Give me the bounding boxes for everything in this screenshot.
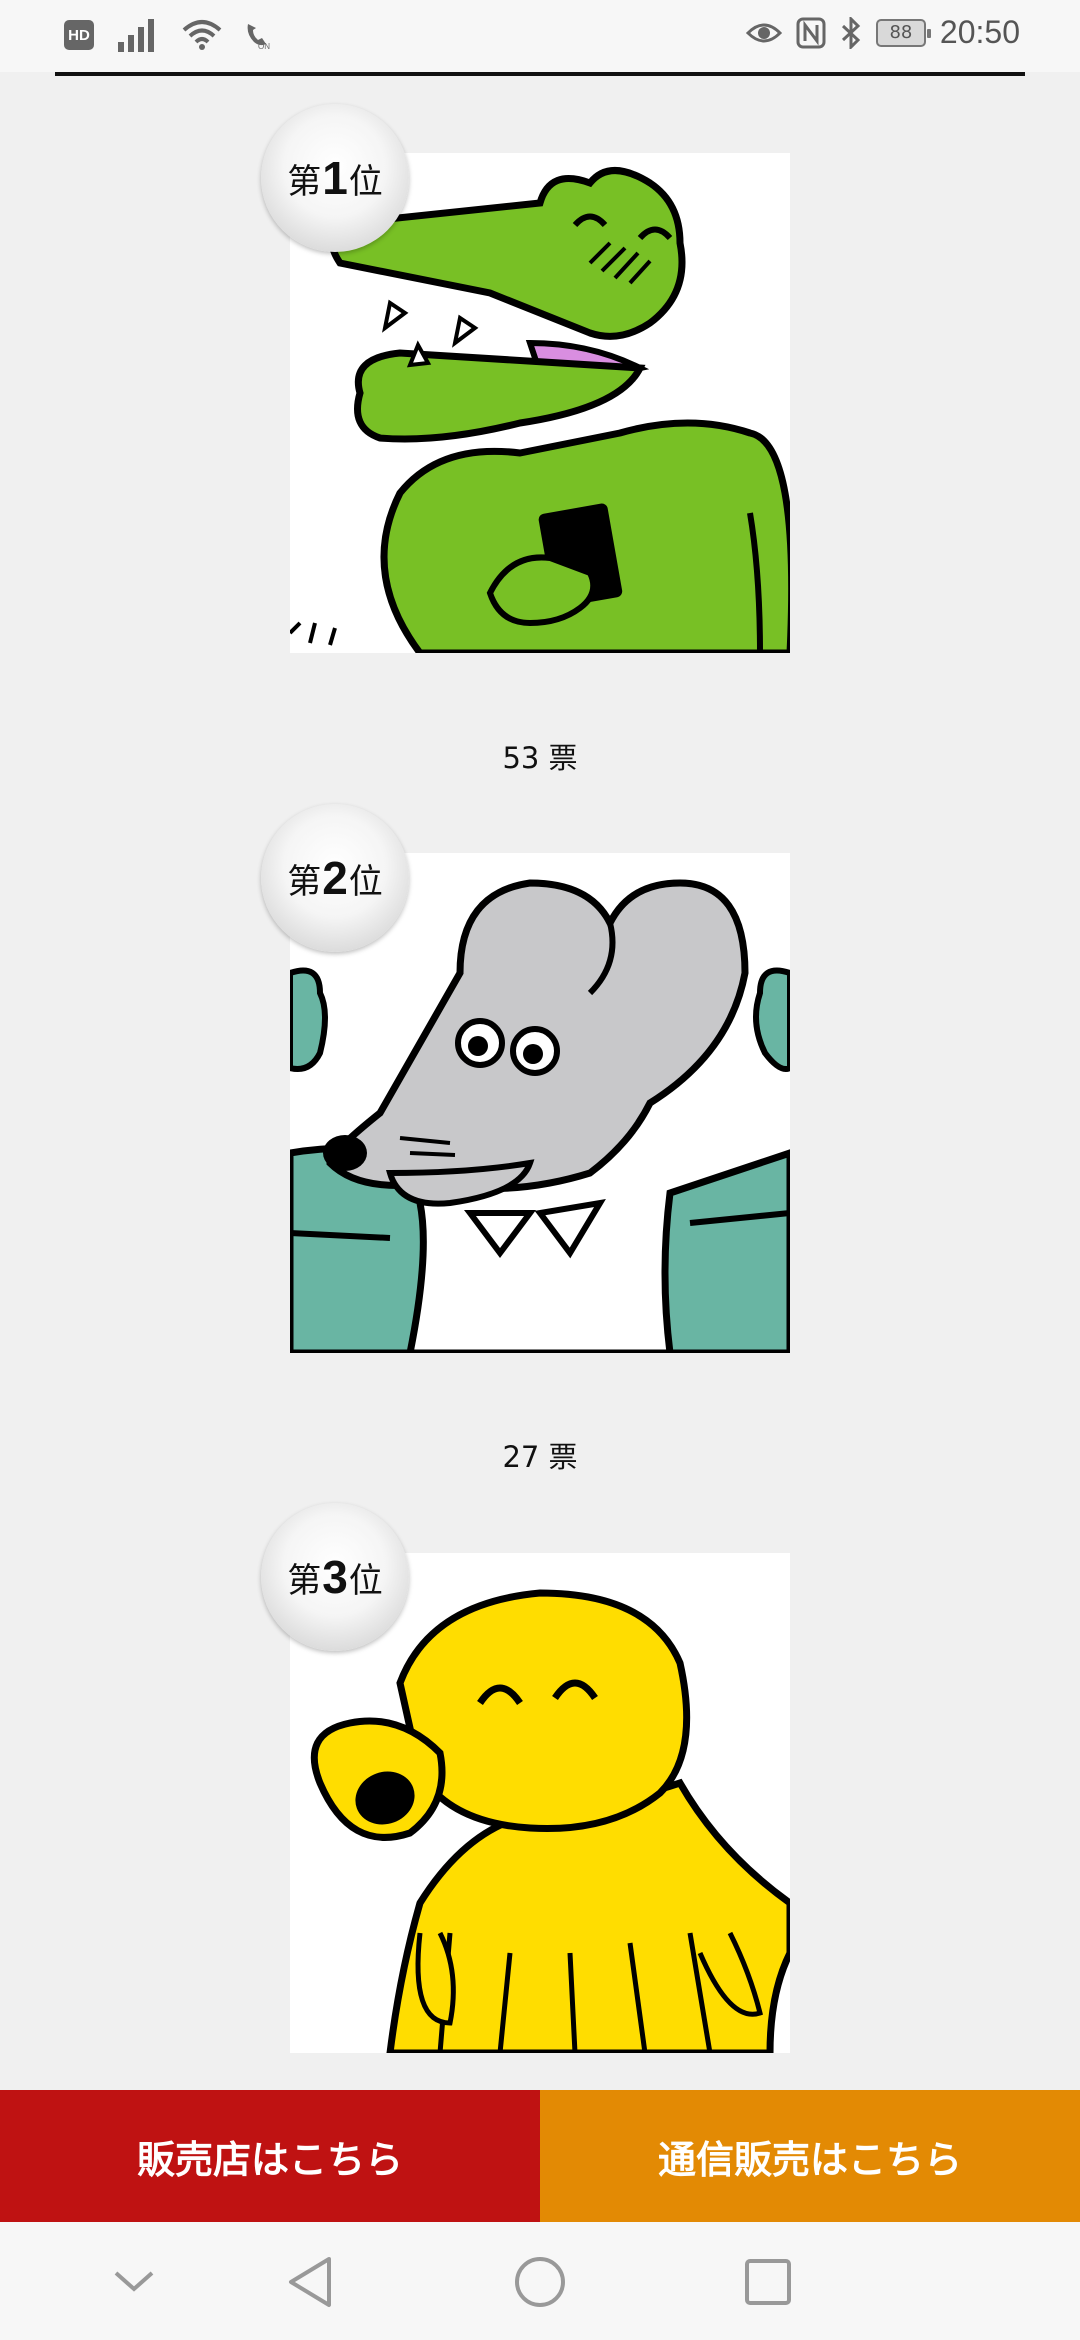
back-icon[interactable] bbox=[280, 2252, 340, 2312]
vote-count: 27 票 bbox=[502, 1440, 578, 1474]
status-time: 20:50 bbox=[939, 14, 1020, 50]
signal-icon bbox=[118, 19, 154, 52]
mail-order-button[interactable]: 通信販売はこちら bbox=[540, 2090, 1080, 2222]
rank-badge: 第2位 bbox=[261, 804, 409, 952]
battery-indicator: 88 bbox=[875, 18, 931, 47]
wifi-icon bbox=[182, 20, 222, 50]
home-icon[interactable] bbox=[510, 2252, 570, 2312]
system-nav-bar bbox=[0, 2222, 1080, 2340]
stores-button[interactable]: 販売店はこちら bbox=[0, 2090, 540, 2222]
chevron-down-icon[interactable] bbox=[104, 2252, 164, 2312]
nfc-icon bbox=[796, 17, 826, 48]
status-bar: HD ON 88 20:50 bbox=[0, 0, 1080, 72]
header-divider bbox=[55, 72, 1025, 76]
cta-bar: 販売店はこちら 通信販売はこちら bbox=[0, 2090, 1080, 2222]
svg-text:ON: ON bbox=[258, 42, 270, 50]
bluetooth-icon bbox=[841, 16, 861, 49]
vote-count: 53 票 bbox=[502, 741, 578, 775]
rank-badge: 第1位 bbox=[261, 104, 409, 252]
eye-comfort-icon bbox=[745, 23, 782, 42]
hd-icon: HD bbox=[64, 20, 94, 50]
wifi-calling-icon: ON bbox=[247, 24, 270, 50]
recents-icon[interactable] bbox=[738, 2252, 798, 2312]
rank-badge: 第3位 bbox=[261, 1503, 409, 1651]
